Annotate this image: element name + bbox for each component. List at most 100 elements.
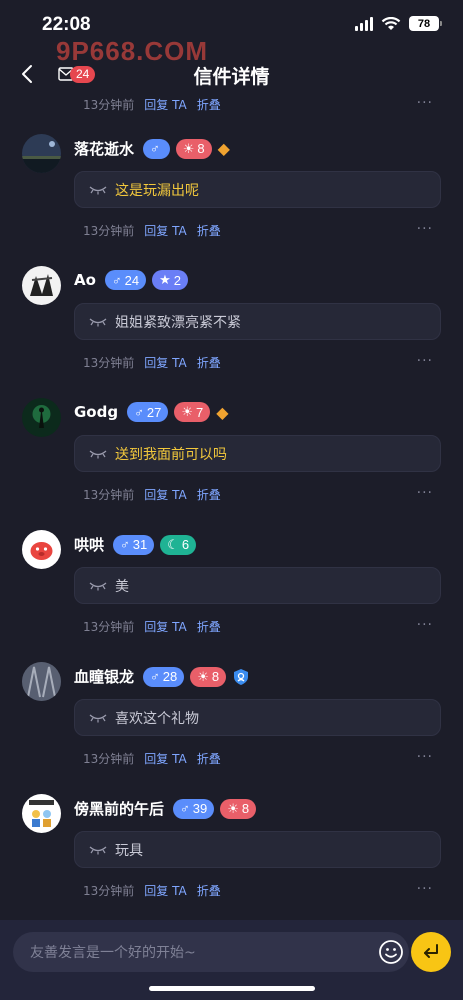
comment-item: 傍黑前的午后 ♂ 39 ☀ 8 玩具 13分钟前 回复 TA 折叠 ···	[0, 776, 463, 908]
sun-icon: ☀	[182, 140, 195, 156]
comment-list: 13分钟前 回复 TA 折叠 ··· 落花逝水 ♂ ☀ 8 ◆ 这是玩漏出呢 13…	[0, 92, 463, 908]
comment-item: 落花逝水 ♂ ☀ 8 ◆ 这是玩漏出呢 13分钟前 回复 TA 折叠 ···	[0, 116, 463, 248]
gender-badge: ♂ 27	[127, 402, 169, 422]
enter-arrow-icon	[424, 944, 438, 958]
comment-input[interactable]: 友善发言是一个好的开始~	[13, 932, 409, 972]
more-options-button[interactable]: ···	[417, 95, 433, 111]
avatar[interactable]	[22, 134, 61, 173]
reply-button[interactable]: 回复 TA	[144, 222, 186, 239]
reply-button[interactable]: 回复 TA	[144, 96, 186, 113]
more-options-button[interactable]: ···	[417, 485, 433, 501]
star-icon: ★	[159, 272, 171, 287]
sun-level: 8	[197, 141, 205, 156]
comment-meta: 13分钟前 回复 TA 折叠 ···	[0, 746, 463, 770]
comment-text: 喜欢这个礼物	[115, 710, 199, 727]
male-icon: ♂	[180, 801, 190, 816]
username[interactable]: 傍黑前的午后	[74, 798, 164, 819]
user-info-row: Godg ♂ 27 ☀ 7 ◆	[74, 402, 229, 422]
signal-icon	[355, 16, 373, 31]
user-info-row: 落花逝水 ♂ ☀ 8 ◆	[74, 138, 230, 159]
comment-time: 13分钟前	[83, 883, 135, 898]
comment-text: 美	[115, 578, 129, 595]
comment-bubble[interactable]: 美	[74, 567, 441, 604]
fold-button[interactable]: 折叠	[197, 750, 221, 767]
reply-button[interactable]: 回复 TA	[144, 486, 186, 503]
comment-time: 13分钟前	[83, 487, 135, 502]
avatar[interactable]	[22, 794, 61, 833]
gender-level: 27	[146, 404, 162, 420]
comment-time: 13分钟前	[83, 751, 135, 766]
reply-button[interactable]: 回复 TA	[144, 618, 186, 635]
avatar[interactable]	[22, 662, 61, 701]
fold-button[interactable]: 折叠	[197, 222, 221, 239]
moon-icon: ☾	[167, 536, 179, 552]
shield-icon	[234, 668, 249, 685]
gender-level: 31	[132, 537, 148, 552]
moon-level: 6	[181, 537, 190, 552]
gender-level: 28	[162, 669, 178, 684]
reply-button[interactable]: 回复 TA	[144, 882, 186, 899]
male-icon: ♂	[150, 141, 160, 156]
level-badge: ☾ 6	[160, 534, 197, 555]
more-options-button[interactable]: ···	[417, 617, 433, 633]
comment-text: 这是玩漏出呢	[115, 182, 199, 199]
comment-meta: 13分钟前 回复 TA 折叠 ···	[0, 350, 463, 374]
comment-item: Godg ♂ 27 ☀ 7 ◆ 送到我面前可以吗 13分钟前 回复 TA 折叠 ··…	[0, 380, 463, 512]
closed-eye-icon	[89, 845, 107, 854]
more-options-button[interactable]: ···	[417, 221, 433, 237]
username[interactable]: Godg	[74, 403, 118, 421]
reply-button[interactable]: 回复 TA	[144, 354, 186, 371]
emoji-icon[interactable]	[378, 939, 404, 965]
more-options-button[interactable]: ···	[417, 881, 433, 897]
avatar[interactable]	[22, 530, 61, 569]
gender-badge: ♂	[143, 138, 170, 159]
closed-eye-icon	[89, 317, 107, 326]
reply-button[interactable]: 回复 TA	[144, 750, 186, 767]
closed-eye-icon	[89, 581, 107, 590]
comment-bubble[interactable]: 玩具	[74, 831, 441, 868]
username[interactable]: 血瞳银龙	[74, 666, 134, 687]
comment-time: 13分钟前	[83, 619, 135, 634]
user-info-row: 血瞳银龙 ♂ 28 ☀ 8	[74, 666, 250, 687]
send-button[interactable]	[411, 932, 451, 972]
comment-meta: 13分钟前 回复 TA 折叠 ···	[0, 878, 463, 902]
male-icon: ♂	[111, 272, 122, 288]
username[interactable]: 落花逝水	[74, 138, 134, 159]
comment-bubble[interactable]: 这是玩漏出呢	[74, 171, 441, 208]
comment-bubble[interactable]: 送到我面前可以吗	[74, 435, 441, 472]
fold-button[interactable]: 折叠	[197, 354, 221, 371]
fold-button[interactable]: 折叠	[197, 96, 221, 113]
fold-button[interactable]: 折叠	[197, 618, 221, 635]
username[interactable]: 哄哄	[74, 534, 104, 555]
gender-badge: ♂ 24	[104, 270, 147, 290]
comment-text: 送到我面前可以吗	[115, 446, 227, 463]
username[interactable]: Ao	[74, 271, 96, 289]
comment-meta: 13分钟前 回复 TA 折叠 ···	[0, 218, 463, 242]
comment-meta: 13分钟前 回复 TA 折叠 ···	[0, 614, 463, 638]
comment-item: Ao ♂ 24 ★ 2 姐姐紧致漂亮紧不紧 13分钟前 回复 TA 折叠 ···	[0, 248, 463, 380]
gender-badge: ♂ 31	[113, 534, 155, 555]
male-icon: ♂	[134, 404, 144, 420]
comment-meta: 13分钟前 回复 TA 折叠 ···	[0, 92, 463, 116]
fold-button[interactable]: 折叠	[197, 882, 221, 899]
comment-time: 13分钟前	[83, 355, 135, 370]
star-level: 2	[173, 272, 182, 288]
fold-button[interactable]: 折叠	[197, 486, 221, 503]
sun-icon: ☀	[181, 404, 193, 419]
closed-eye-icon	[89, 449, 107, 458]
comment-bubble[interactable]: 姐姐紧致漂亮紧不紧	[74, 303, 441, 340]
diamond-icon: ◆	[217, 139, 230, 158]
avatar[interactable]	[22, 398, 61, 437]
closed-eye-icon	[89, 713, 107, 722]
more-options-button[interactable]: ···	[417, 749, 433, 765]
male-icon: ♂	[150, 669, 160, 684]
status-icons: 78	[355, 16, 442, 31]
user-info-row: 哄哄 ♂ 31 ☾ 6	[74, 534, 197, 555]
level-badge: ☀ 8	[190, 666, 227, 687]
more-options-button[interactable]: ···	[417, 353, 433, 369]
avatar[interactable]	[22, 266, 61, 305]
comment-time: 13分钟前	[83, 97, 135, 112]
status-time: 22:08	[42, 14, 91, 35]
comment-bubble[interactable]: 喜欢这个礼物	[74, 699, 441, 736]
gender-badge: ♂ 39	[173, 798, 215, 819]
